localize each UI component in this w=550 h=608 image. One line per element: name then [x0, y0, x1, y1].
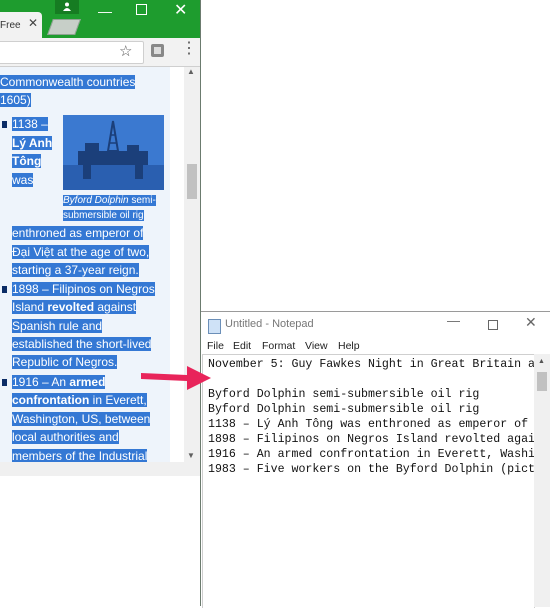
list-item: members of the Industrial — [12, 449, 148, 462]
horizontal-scrollbar[interactable] — [0, 462, 201, 476]
vertical-scrollbar[interactable]: ▲ ▼ — [184, 67, 201, 462]
text-line: 1898 – Filipinos on Negros Island revolt… — [208, 433, 535, 446]
list-item: Spanish rule and — [12, 319, 103, 333]
address-bar[interactable]: ☆ — [0, 41, 144, 64]
text-line: Byford Dolphin semi-submersible oil rig — [208, 388, 480, 401]
browser-window: Free e ✕ — ✕ ☆ ⋮ Commonwealth countries … — [0, 0, 201, 476]
oil-rig-image[interactable] — [63, 115, 164, 190]
scroll-thumb[interactable] — [187, 164, 197, 199]
new-tab-button[interactable] — [47, 19, 81, 35]
text-line: Byford Dolphin semi-submersible oil rig — [208, 403, 480, 416]
extension-icon[interactable] — [151, 44, 164, 57]
article-line: Commonwealth countries — [0, 75, 136, 89]
menu-file[interactable]: File — [207, 340, 224, 352]
list-item: 1898 – Filipinos on Negros — [12, 282, 155, 296]
text-line: 1138 – Lý Anh Tông was enthroned as empe… — [208, 418, 535, 431]
article-content: Commonwealth countries 1605) 1138 – Lý A… — [0, 67, 170, 462]
list-bullet — [2, 379, 7, 386]
minimize-button[interactable]: — — [447, 313, 460, 328]
maximize-button[interactable] — [488, 320, 498, 330]
list-item: confrontation in Everett, — [12, 393, 147, 407]
notepad-text-area[interactable]: November 5: Guy Fawkes Night in Great Br… — [202, 354, 535, 608]
list-item: was — [12, 173, 34, 187]
browser-toolbar: ☆ ⋮ — [0, 38, 201, 67]
list-item: Republic of Negros. — [12, 355, 118, 369]
notepad-scrollbar[interactable]: ▲ — [534, 354, 550, 607]
menu-edit[interactable]: Edit — [233, 340, 251, 352]
browser-menu-icon[interactable]: ⋮ — [181, 41, 197, 57]
close-window-button[interactable]: ✕ — [174, 0, 187, 20]
oil-rig-picture — [63, 115, 164, 190]
profile-button[interactable] — [55, 0, 79, 14]
list-item: established the short-lived — [12, 337, 152, 351]
list-bullet — [2, 121, 7, 128]
list-item: 1138 – — [12, 117, 48, 131]
list-item: starting a 37-year reign. — [12, 263, 139, 277]
browser-titlebar: Free e ✕ — ✕ — [0, 0, 201, 38]
notepad-titlebar: Untitled - Notepad — ✕ — [201, 312, 550, 338]
list-item: Đại Việt at the age of two, — [12, 245, 150, 259]
scroll-down-icon[interactable]: ▼ — [187, 451, 195, 460]
list-item: Tông — [12, 154, 42, 168]
text-line: 1916 – An armed confrontation in Everett… — [208, 448, 535, 461]
image-caption: Byford Dolphin semi- submersible oil rig — [63, 195, 156, 221]
text-line: November 5: Guy Fawkes Night in Great Br… — [208, 358, 535, 371]
pointer-arrow-icon — [141, 366, 211, 390]
browser-tab[interactable]: Free e ✕ — [0, 12, 42, 38]
user-icon — [63, 2, 71, 11]
list-item: Washington, US, between — [12, 412, 151, 426]
menu-format[interactable]: Format — [262, 340, 295, 352]
scroll-thumb[interactable] — [537, 372, 547, 391]
minimize-button[interactable]: — — [98, 3, 112, 19]
list-item: 1916 – An armed — [12, 375, 106, 389]
list-item: Island revolted against — [12, 300, 137, 314]
menu-view[interactable]: View — [305, 340, 328, 352]
notepad-window: Untitled - Notepad — ✕ File Edit Format … — [201, 311, 550, 608]
close-button[interactable]: ✕ — [525, 314, 537, 331]
tab-title: Free e — [0, 20, 22, 31]
scroll-up-icon[interactable]: ▲ — [187, 67, 195, 76]
list-item: enthroned as emperor of — [12, 226, 144, 240]
list-item: local authorities and — [12, 430, 119, 444]
menu-help[interactable]: Help — [338, 340, 360, 352]
bookmark-star-icon[interactable]: ☆ — [119, 42, 132, 60]
maximize-button[interactable] — [136, 4, 147, 15]
article-line: 1605) — [0, 93, 31, 107]
notepad-icon — [208, 319, 221, 334]
text-line: 1983 – Five workers on the Byford Dolphi… — [208, 463, 535, 476]
scroll-up-icon[interactable]: ▲ — [538, 358, 545, 365]
list-item: Lý Anh — [12, 136, 53, 150]
list-bullet — [2, 286, 7, 293]
tab-close-icon[interactable]: ✕ — [28, 16, 38, 30]
notepad-title: Untitled - Notepad — [225, 318, 314, 330]
